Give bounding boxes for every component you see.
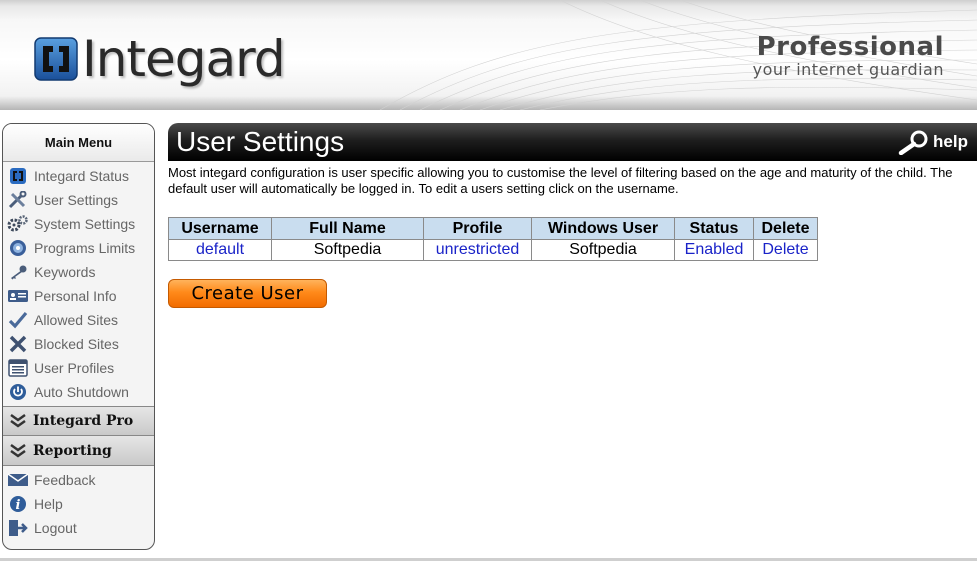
help-button[interactable]: help — [897, 129, 968, 155]
bottom-menu-group: Feedback i Help Logout — [3, 466, 154, 542]
sidebar-item-label: User Settings — [34, 192, 119, 208]
sidebar-item-user-profiles[interactable]: User Profiles — [3, 356, 154, 380]
double-chevron-down-icon — [7, 442, 29, 460]
logo-text: Integard — [82, 30, 286, 88]
id-card-icon — [7, 287, 29, 305]
sidebar-item-blocked-sites[interactable]: Blocked Sites — [3, 332, 154, 356]
sidebar-item-user-settings[interactable]: User Settings — [3, 188, 154, 212]
column-header-windows-user: Windows User — [531, 217, 675, 240]
sidebar-item-keywords[interactable]: Keywords — [3, 260, 154, 284]
column-header-status: Status — [674, 217, 754, 240]
table-row: default Softpedia unrestricted Softpedia… — [168, 239, 818, 261]
magnifier-icon — [897, 129, 931, 155]
intro-text: Most integard configuration is user spec… — [168, 165, 953, 196]
cell-status: Enabled — [674, 239, 754, 261]
sidebar-item-system-settings[interactable]: System Settings — [3, 212, 154, 236]
create-user-button[interactable]: Create User — [168, 279, 327, 308]
column-header-profile: Profile — [423, 217, 532, 240]
cell-delete: Delete — [753, 239, 818, 261]
sidebar-item-allowed-sites[interactable]: Allowed Sites — [3, 308, 154, 332]
x-mark-icon — [7, 335, 29, 353]
column-header-username: Username — [168, 217, 272, 240]
main-menu-group: Integard Status User Settings System Set… — [3, 162, 154, 406]
cell-profile: unrestricted — [423, 239, 532, 261]
page-title: User Settings — [176, 126, 345, 157]
status-icon — [7, 167, 29, 185]
header: Integard Professional your internet guar… — [0, 0, 977, 110]
column-header-delete: Delete — [753, 217, 818, 240]
sidebar-item-label: Help — [34, 496, 63, 512]
sidebar-item-label: Integard Status — [34, 168, 129, 184]
help-label: help — [933, 132, 968, 151]
profiles-icon — [7, 359, 29, 377]
sidebar-item-label: Feedback — [34, 472, 96, 488]
double-chevron-down-icon — [7, 412, 29, 430]
sidebar-item-label: Keywords — [34, 264, 96, 280]
page-title-bar: User Settings help — [168, 123, 977, 161]
envelope-icon — [7, 471, 29, 489]
section-label: Reporting — [33, 442, 112, 459]
sidebar-item-label: Personal Info — [34, 288, 117, 304]
integard-page: Integard Professional your internet guar… — [0, 0, 977, 563]
integard-logo-icon — [34, 37, 78, 81]
gears-icon — [7, 215, 29, 233]
cell-full-name: Softpedia — [271, 239, 424, 261]
users-table: Username Full Name Profile Windows User … — [168, 217, 818, 261]
sidebar-item-label: Programs Limits — [34, 240, 136, 256]
sidebar-item-label: User Profiles — [34, 360, 115, 376]
table-header-row: Username Full Name Profile Windows User … — [168, 217, 818, 240]
sidebar-title: Main Menu — [3, 124, 154, 162]
profile-link[interactable]: unrestricted — [436, 241, 520, 258]
svg-text:i: i — [16, 498, 21, 513]
sidebar-item-personal-info[interactable]: Personal Info — [3, 284, 154, 308]
disc-icon — [7, 239, 29, 257]
sidebar-item-programs-limits[interactable]: Programs Limits — [3, 236, 154, 260]
column-header-full-name: Full Name — [271, 217, 424, 240]
sidebar-item-label: Blocked Sites — [34, 336, 119, 352]
edition-label: Professional — [756, 32, 944, 62]
status-link[interactable]: Enabled — [685, 241, 744, 258]
section-label: Integard Pro — [33, 413, 134, 429]
cell-username: default — [168, 239, 272, 261]
tools-icon — [7, 191, 29, 209]
sidebar-item-integard-status[interactable]: Integard Status — [3, 164, 154, 188]
sidebar-menu: Main Menu Integard Status User Settings … — [2, 123, 155, 550]
sidebar-item-help[interactable]: i Help — [3, 492, 154, 516]
sidebar-item-label: Allowed Sites — [34, 312, 119, 328]
power-icon — [7, 383, 29, 401]
key-icon — [7, 263, 29, 281]
username-link[interactable]: default — [196, 241, 244, 258]
sidebar-item-logout[interactable]: Logout — [3, 516, 154, 540]
sidebar-item-feedback[interactable]: Feedback — [3, 468, 154, 492]
delete-link[interactable]: Delete — [762, 241, 808, 258]
main-content: User Settings help Most integard configu… — [168, 123, 977, 308]
footer-divider — [0, 558, 977, 561]
sidebar-item-label: Logout — [34, 520, 77, 536]
sidebar-item-auto-shutdown[interactable]: Auto Shutdown — [3, 380, 154, 404]
sidebar-section-integard-pro[interactable]: Integard Pro — [3, 406, 154, 436]
tagline: your internet guardian — [752, 60, 944, 79]
sidebar-item-label: Auto Shutdown — [34, 384, 129, 400]
info-icon: i — [7, 495, 29, 513]
integard-logo: Integard — [34, 30, 286, 88]
sidebar-item-label: System Settings — [34, 216, 136, 232]
brand-edition-block: Professional your internet guardian — [753, 32, 944, 78]
logout-icon — [7, 519, 29, 537]
cell-windows-user: Softpedia — [531, 239, 675, 261]
checkmark-icon — [7, 311, 29, 329]
sidebar-section-reporting[interactable]: Reporting — [3, 436, 154, 466]
